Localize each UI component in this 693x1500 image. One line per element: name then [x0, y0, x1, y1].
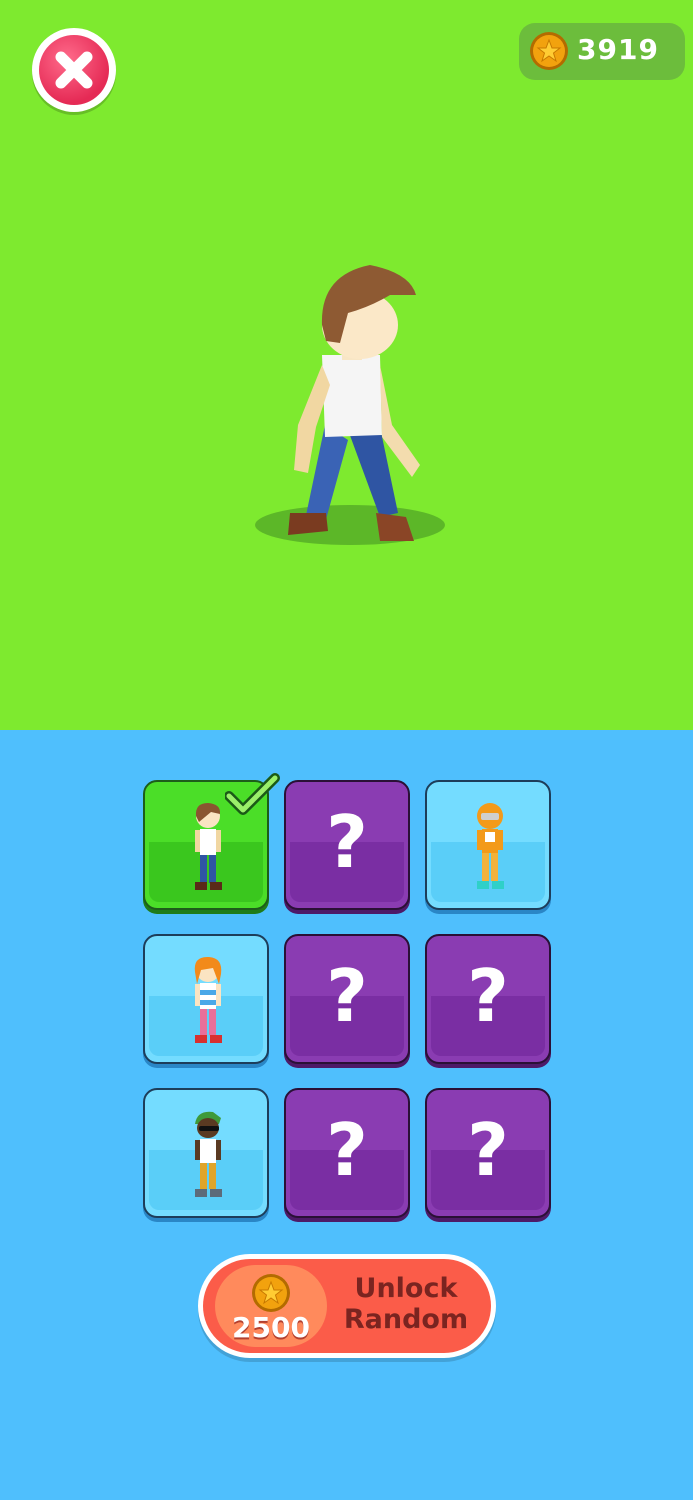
- close-button[interactable]: [32, 28, 116, 112]
- unlock-random-label: Unlock Random: [331, 1273, 481, 1335]
- unlock-price: 2500: [215, 1265, 327, 1347]
- preview-character: [255, 265, 445, 545]
- coin-balance: 3919: [519, 23, 685, 80]
- close-x-icon: [55, 51, 93, 89]
- unlock-label-line1: Unlock: [354, 1273, 458, 1304]
- coin-count: 3919: [577, 33, 659, 66]
- unlock-label-line2: Random: [343, 1304, 469, 1335]
- character-tile-locked[interactable]: ?: [425, 934, 551, 1064]
- locked-question-mark: ?: [326, 1108, 368, 1192]
- character-tile-locked[interactable]: ?: [284, 1088, 410, 1218]
- star-coin-icon: [530, 32, 568, 70]
- locked-question-mark: ?: [326, 954, 368, 1038]
- character-tile-selected[interactable]: [143, 773, 280, 910]
- character-tile-locked[interactable]: ?: [284, 780, 410, 910]
- star-coin-icon: [252, 1274, 290, 1312]
- character-selection-panel: ? ? ? ? ?: [0, 730, 693, 1500]
- character-tile-locked[interactable]: ?: [425, 1088, 551, 1218]
- robot-character-icon: [477, 803, 504, 889]
- locked-question-mark: ?: [467, 954, 509, 1038]
- character-preview-stage: 3919: [0, 0, 693, 730]
- character-tile-unlocked[interactable]: [143, 934, 269, 1064]
- checkmark-icon: [225, 773, 280, 815]
- locked-question-mark: ?: [467, 1108, 509, 1192]
- unlock-price-value: 2500: [232, 1311, 310, 1344]
- character-tile-unlocked[interactable]: [143, 1088, 269, 1218]
- girl-character-icon: [194, 956, 222, 1043]
- character-tile-unlocked[interactable]: [425, 780, 551, 910]
- gnome-character-icon: [195, 1111, 222, 1197]
- unlock-random-button[interactable]: 2500 Unlock Random: [198, 1254, 496, 1358]
- character-tile-locked[interactable]: ?: [284, 934, 410, 1064]
- locked-question-mark: ?: [326, 800, 368, 884]
